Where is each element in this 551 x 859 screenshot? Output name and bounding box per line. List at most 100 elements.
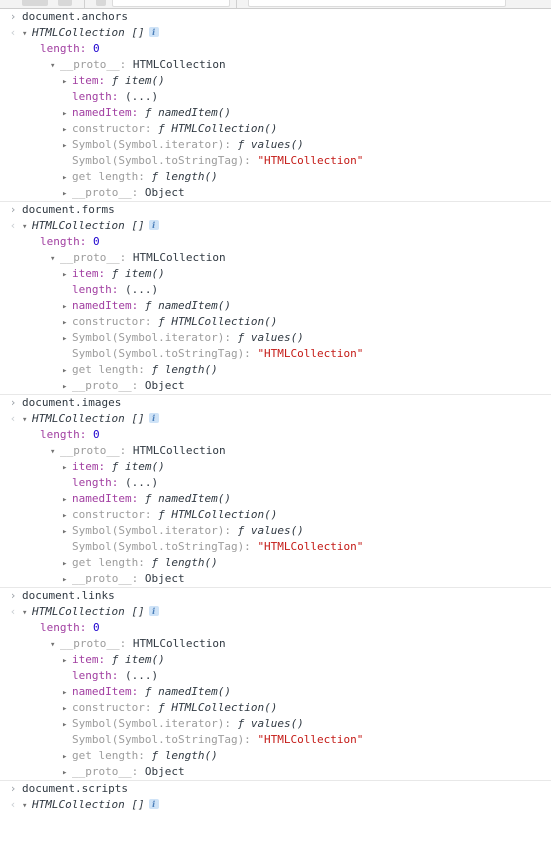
disclosure-triangle-icon[interactable] bbox=[62, 299, 72, 315]
toolbar-button-1[interactable] bbox=[22, 0, 48, 6]
property-row-length-accessor[interactable]: length: (...) bbox=[0, 475, 551, 491]
info-badge-icon[interactable]: i bbox=[148, 799, 159, 809]
disclosure-triangle-icon[interactable] bbox=[62, 267, 72, 283]
disclosure-triangle-icon[interactable] bbox=[62, 492, 72, 508]
toolbar-filter-input[interactable] bbox=[112, 0, 230, 7]
disclosure-triangle-icon[interactable] bbox=[62, 460, 72, 476]
info-badge-icon[interactable]: i bbox=[148, 220, 159, 230]
disclosure-triangle-icon[interactable] bbox=[22, 798, 32, 814]
property-row-length-accessor[interactable]: length: (...) bbox=[0, 668, 551, 684]
property-row-symbol-tostringtag[interactable]: Symbol(Symbol.toStringTag): "HTMLCollect… bbox=[0, 732, 551, 748]
disclosure-triangle-icon[interactable] bbox=[50, 637, 60, 653]
console-command-row[interactable]: › document.anchors bbox=[0, 9, 551, 25]
disclosure-triangle-icon[interactable] bbox=[62, 653, 72, 669]
property-row-item[interactable]: item: ƒ item() bbox=[0, 266, 551, 282]
property-row-get-length[interactable]: get length: ƒ length() bbox=[0, 555, 551, 571]
property-row-item[interactable]: item: ƒ item() bbox=[0, 652, 551, 668]
console-command-row[interactable]: › document.forms bbox=[0, 202, 551, 218]
property-row-proto-object[interactable]: __proto__: Object bbox=[0, 378, 551, 394]
property-row-proto-htmlcollection[interactable]: __proto__: HTMLCollection bbox=[0, 636, 551, 652]
disclosure-triangle-icon[interactable] bbox=[62, 572, 72, 588]
disclosure-triangle-icon[interactable] bbox=[62, 524, 72, 540]
console-command-row[interactable]: › document.scripts bbox=[0, 781, 551, 797]
disclosure-triangle-icon[interactable] bbox=[62, 765, 72, 781]
disclosure-triangle-icon[interactable] bbox=[50, 444, 60, 460]
property-row-symbol-tostringtag[interactable]: Symbol(Symbol.toStringTag): "HTMLCollect… bbox=[0, 346, 551, 362]
disclosure-triangle-icon[interactable] bbox=[62, 508, 72, 524]
console-result-row[interactable]: ‹ HTMLCollection []i bbox=[0, 604, 551, 620]
console-result-row[interactable]: ‹ HTMLCollection []i bbox=[0, 411, 551, 427]
disclosure-triangle-icon[interactable] bbox=[62, 331, 72, 347]
disclosure-triangle-icon[interactable] bbox=[22, 412, 32, 428]
property-value: 0 bbox=[92, 621, 100, 634]
info-badge-icon[interactable]: i bbox=[148, 413, 159, 423]
disclosure-triangle-icon[interactable] bbox=[50, 58, 60, 74]
property-row-symbol-iterator[interactable]: Symbol(Symbol.iterator): ƒ values() bbox=[0, 330, 551, 346]
property-row-get-length[interactable]: get length: ƒ length() bbox=[0, 748, 551, 764]
property-row-symbol-iterator[interactable]: Symbol(Symbol.iterator): ƒ values() bbox=[0, 716, 551, 732]
property-row-symbol-iterator[interactable]: Symbol(Symbol.iterator): ƒ values() bbox=[0, 523, 551, 539]
property-row-nameditem[interactable]: namedItem: ƒ namedItem() bbox=[0, 684, 551, 700]
console-result-row[interactable]: ‹ HTMLCollection []i bbox=[0, 25, 551, 41]
disclosure-triangle-icon[interactable] bbox=[62, 186, 72, 202]
toolbar-button-3[interactable] bbox=[96, 0, 106, 6]
disclosure-triangle-icon[interactable] bbox=[62, 315, 72, 331]
disclosure-triangle-icon[interactable] bbox=[62, 138, 72, 154]
info-badge-icon[interactable]: i bbox=[148, 27, 159, 37]
disclosure-triangle-icon[interactable] bbox=[22, 605, 32, 621]
disclosure-triangle-icon[interactable] bbox=[62, 106, 72, 122]
disclosure-triangle-icon[interactable] bbox=[62, 685, 72, 701]
property-row-proto-htmlcollection[interactable]: __proto__: HTMLCollection bbox=[0, 250, 551, 266]
property-row-item[interactable]: item: ƒ item() bbox=[0, 459, 551, 475]
property-row-length-accessor[interactable]: length: (...) bbox=[0, 282, 551, 298]
disclosure-triangle-icon[interactable] bbox=[62, 749, 72, 765]
property-row-length[interactable]: length: 0 bbox=[0, 427, 551, 443]
property-row-length[interactable]: length: 0 bbox=[0, 234, 551, 250]
property-row-constructor[interactable]: constructor: ƒ HTMLCollection() bbox=[0, 121, 551, 137]
property-row-constructor[interactable]: constructor: ƒ HTMLCollection() bbox=[0, 700, 551, 716]
toolbar-button-2[interactable] bbox=[58, 0, 72, 6]
disclosure-triangle-icon[interactable] bbox=[62, 556, 72, 572]
property-row-symbol-tostringtag[interactable]: Symbol(Symbol.toStringTag): "HTMLCollect… bbox=[0, 153, 551, 169]
disclosure-triangle-icon[interactable] bbox=[62, 363, 72, 379]
disclosure-triangle-icon[interactable] bbox=[62, 170, 72, 186]
property-row-proto-object[interactable]: __proto__: Object bbox=[0, 185, 551, 201]
property-key: __proto__: bbox=[72, 186, 139, 199]
disclosure-triangle-icon[interactable] bbox=[62, 717, 72, 733]
property-row-length-accessor[interactable]: length: (...) bbox=[0, 89, 551, 105]
disclosure-triangle-icon[interactable] bbox=[22, 26, 32, 42]
property-row-proto-object[interactable]: __proto__: Object bbox=[0, 764, 551, 780]
console-result-row[interactable]: ‹ HTMLCollection []i bbox=[0, 797, 551, 813]
disclosure-triangle-icon[interactable] bbox=[62, 379, 72, 395]
property-key: length: bbox=[40, 621, 87, 634]
disclosure-triangle-icon[interactable] bbox=[50, 251, 60, 267]
toolbar-search-input[interactable] bbox=[248, 0, 506, 7]
console-output-area[interactable]: ›document.anchors‹HTMLCollection []ileng… bbox=[0, 9, 551, 859]
disclosure-triangle-icon[interactable] bbox=[22, 219, 32, 235]
property-row-nameditem[interactable]: namedItem: ƒ namedItem() bbox=[0, 105, 551, 121]
disclosure-triangle-icon[interactable] bbox=[62, 74, 72, 90]
property-row-get-length[interactable]: get length: ƒ length() bbox=[0, 362, 551, 378]
disclosure-triangle-icon[interactable] bbox=[62, 122, 72, 138]
property-row-get-length[interactable]: get length: ƒ length() bbox=[0, 169, 551, 185]
property-row-symbol-iterator[interactable]: Symbol(Symbol.iterator): ƒ values() bbox=[0, 137, 551, 153]
property-row-item[interactable]: item: ƒ item() bbox=[0, 73, 551, 89]
property-row-nameditem[interactable]: namedItem: ƒ namedItem() bbox=[0, 491, 551, 507]
console-group: › document.images ‹ HTMLCollection []i lengt… bbox=[0, 395, 551, 588]
property-row-proto-object[interactable]: __proto__: Object bbox=[0, 571, 551, 587]
console-command-row[interactable]: › document.images bbox=[0, 395, 551, 411]
console-command-row[interactable]: › document.links bbox=[0, 588, 551, 604]
property-row-length[interactable]: length: 0 bbox=[0, 620, 551, 636]
property-row-constructor[interactable]: constructor: ƒ HTMLCollection() bbox=[0, 507, 551, 523]
property-row-symbol-tostringtag[interactable]: Symbol(Symbol.toStringTag): "HTMLCollect… bbox=[0, 539, 551, 555]
console-result-row[interactable]: ‹ HTMLCollection []i bbox=[0, 218, 551, 234]
info-badge-icon[interactable]: i bbox=[148, 606, 159, 616]
property-row-proto-htmlcollection[interactable]: __proto__: HTMLCollection bbox=[0, 57, 551, 73]
property-row-constructor[interactable]: constructor: ƒ HTMLCollection() bbox=[0, 314, 551, 330]
disclosure-triangle-icon[interactable] bbox=[62, 701, 72, 717]
property-row-nameditem[interactable]: namedItem: ƒ namedItem() bbox=[0, 298, 551, 314]
property-row-length[interactable]: length: 0 bbox=[0, 41, 551, 57]
console-command-text: document.scripts bbox=[22, 782, 128, 795]
property-value: ƒ HTMLCollection() bbox=[158, 315, 278, 328]
property-row-proto-htmlcollection[interactable]: __proto__: HTMLCollection bbox=[0, 443, 551, 459]
